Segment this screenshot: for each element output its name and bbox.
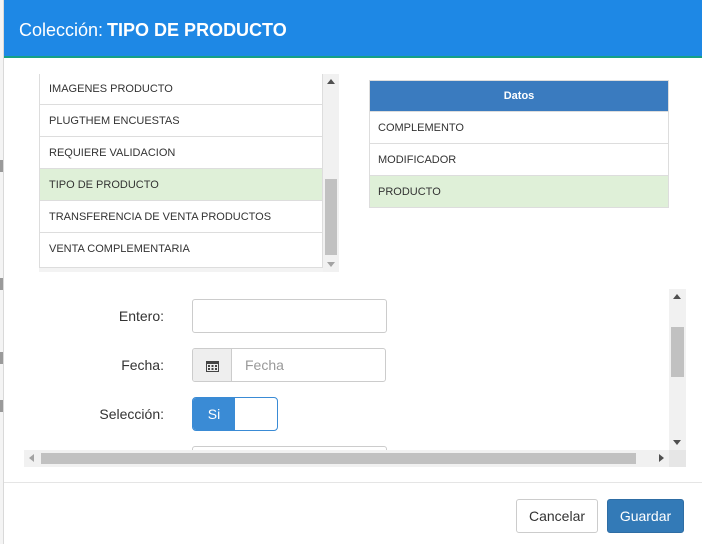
form-horizontal-scrollbar[interactable] xyxy=(24,450,669,467)
list-item-selected[interactable]: TIPO DE PRODUCTO xyxy=(40,168,322,200)
table-row[interactable]: COMPLEMENTO xyxy=(370,111,668,143)
datos-table-header: Datos xyxy=(370,81,668,111)
fecha-input[interactable]: Fecha xyxy=(245,357,284,373)
list-item[interactable]: VENTA COMPLEMENTARIA xyxy=(40,232,322,264)
scrollbar-corner xyxy=(669,450,686,467)
list-item[interactable]: REQUIERE VALIDACION xyxy=(40,136,322,168)
scrollbar-thumb[interactable] xyxy=(671,327,684,377)
scrollbar-thumb[interactable] xyxy=(325,179,337,255)
scrollbar-thumb[interactable] xyxy=(41,453,636,464)
fecha-input-group: Fecha xyxy=(192,348,386,382)
footer-divider xyxy=(4,482,702,483)
modal-title-prefix: Colección: xyxy=(19,20,104,40)
list-item[interactable]: TRANSFERENCIA DE VENTA PRODUCTOS xyxy=(40,200,322,232)
modal-title-name: TIPO DE PRODUCTO xyxy=(107,20,287,40)
seleccion-label: Selección: xyxy=(99,406,164,422)
entero-input[interactable] xyxy=(192,299,387,333)
entero-label: Entero: xyxy=(118,308,164,324)
collection-modal: Colección: TIPO DE PRODUCTO IMAGENES PROD… xyxy=(3,0,702,544)
scroll-up-icon[interactable] xyxy=(673,294,681,299)
list-item[interactable]: PLUGTHEM ENCUESTAS xyxy=(40,104,322,136)
form-panel: Entero: Fecha: Fecha Selección: Si xyxy=(24,289,686,467)
scroll-up-icon[interactable] xyxy=(327,79,335,84)
list-item[interactable]: IMAGENES PRODUCTO xyxy=(40,74,322,104)
scroll-right-icon[interactable] xyxy=(659,454,664,462)
collections-list: IMAGENES PRODUCTO PLUGTHEM ENCUESTAS REQ… xyxy=(39,74,323,268)
collections-list-scrollbar[interactable] xyxy=(323,74,339,272)
calendar-icon xyxy=(206,361,219,372)
save-button[interactable]: Guardar xyxy=(607,499,684,533)
date-picker-button[interactable] xyxy=(193,349,232,381)
table-row-selected[interactable]: PRODUCTO xyxy=(370,175,668,207)
scroll-down-icon[interactable] xyxy=(673,440,681,445)
form-vertical-scrollbar[interactable] xyxy=(669,289,686,450)
scroll-down-icon[interactable] xyxy=(327,262,335,267)
modal-header: Colección: TIPO DE PRODUCTO xyxy=(4,0,702,58)
toggle-on-label: Si xyxy=(193,398,235,430)
cancel-button[interactable]: Cancelar xyxy=(516,499,598,533)
screen: Colección: TIPO DE PRODUCTO IMAGENES PROD… xyxy=(0,0,702,544)
datos-table: Datos COMPLEMENTO MODIFICADOR PRODUCTO xyxy=(369,80,669,208)
scroll-left-icon[interactable] xyxy=(29,454,34,462)
seleccion-toggle[interactable]: Si xyxy=(192,397,278,431)
collections-list-container: IMAGENES PRODUCTO PLUGTHEM ENCUESTAS REQ… xyxy=(39,74,339,272)
fecha-label: Fecha: xyxy=(121,357,164,373)
table-row[interactable]: MODIFICADOR xyxy=(370,143,668,175)
